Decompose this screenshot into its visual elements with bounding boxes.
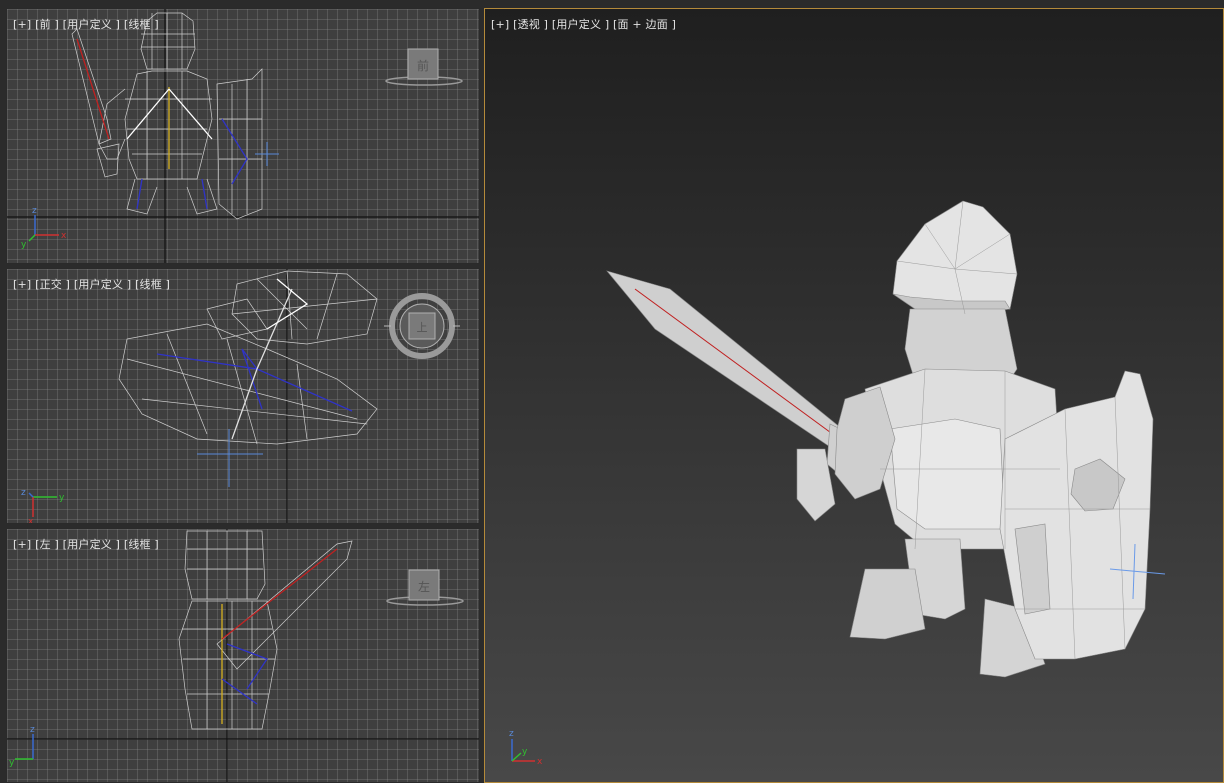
axis-y-label: y [522,747,528,757]
viewport-label-front[interactable]: [+] [前 ] [用户定义 ] [线框 ] [13,16,159,32]
bones-front [76,38,248,210]
axis-y-label: y [21,240,27,250]
viewport-label-left[interactable]: [+] [左 ] [用户定义 ] [线框 ] [13,536,159,552]
viewport-label-perspective[interactable]: [+] [透视 ] [用户定义 ] [面 + 边面 ] [491,16,676,32]
axis-y-label: y [59,493,65,503]
steering-wheel-icon[interactable]: 上 [384,293,460,359]
viewcube-icon[interactable]: 前 [385,48,463,86]
axis-x-label: x [28,517,34,524]
axis-y-label: y [9,758,15,768]
knight-wireframe-left [178,530,353,730]
axis-tripod-icon: z x y [509,729,543,767]
axis-tripod-icon: z x y [21,206,67,250]
perspective-scene: z x y [509,200,1166,767]
viewcube-face-label: 前 [417,58,429,73]
viewport-perspective[interactable]: z x y [+] [透视 ] [用户定义 ] [面 + 边面 ] [484,8,1224,783]
viewport-left[interactable]: 左 z y [+] [左 ] [用户定义 ] [线框 ] [6,528,480,783]
knight-wireframe-front [71,12,263,220]
axis-x-label: x [537,757,543,767]
axis-tripod-icon: y x z [21,488,65,524]
viewcube-face-label: 左 [418,579,430,594]
axis-z-label: z [509,729,514,739]
axis-z-label: z [32,206,37,216]
ortho-scene: 上 y x z [21,269,460,524]
front-scene: 前 z x y [7,9,479,263]
viewport-label-ortho[interactable]: [+] [正交 ] [用户定义 ] [线框 ] [13,276,170,292]
bones-left [221,548,338,724]
axis-z-label: z [21,488,26,498]
viewcube-face-label: 上 [417,321,428,334]
axis-z-label: z [30,725,35,735]
axis-x-label: x [61,231,67,241]
left-scene: 左 z y [7,529,479,782]
axis-tripod-icon: z y [9,725,35,768]
viewcube-icon[interactable]: 左 [386,569,464,606]
viewport-front[interactable]: 前 z x y [+] [前 ] [用户定义 ] [线框 ] [6,8,480,264]
viewport-ortho[interactable]: 上 y x z [+] [正交 ] [用户定义 ] [线框 ] [6,268,480,524]
knight-shaded-model [606,200,1154,678]
bones-ortho [156,278,353,440]
